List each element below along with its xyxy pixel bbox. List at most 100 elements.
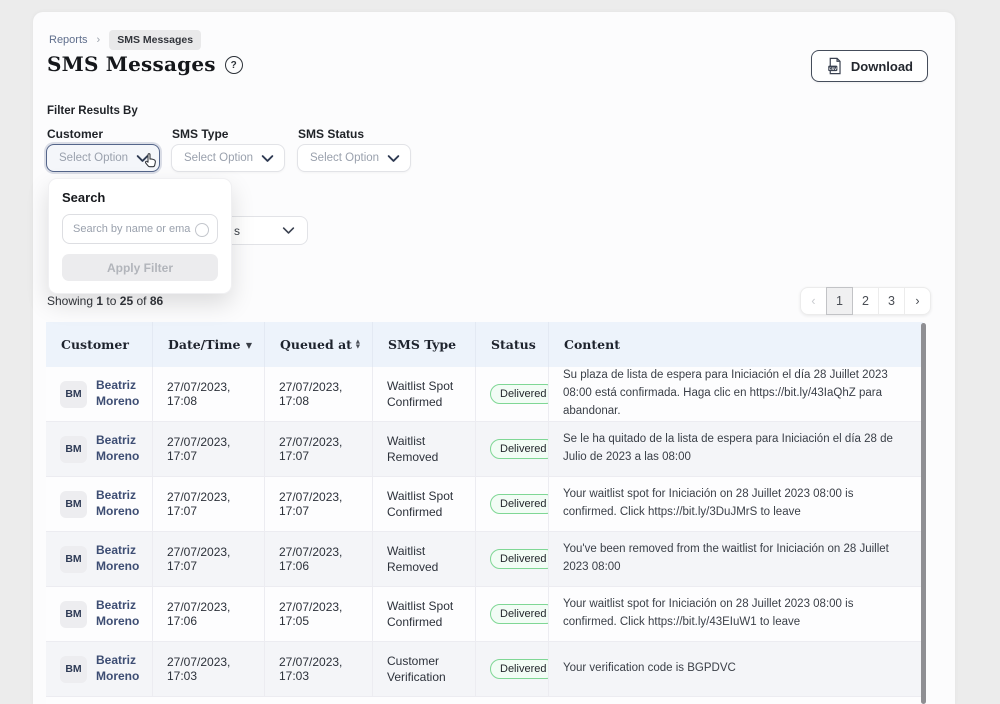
partial-select-text: s [234,224,240,238]
table-row: BMBeatriz Moreno27/07/2023, 17:0727/07/2… [46,477,923,532]
content-cell: Your waitlist spot for Iniciación on 28 … [549,477,923,531]
queued-at-cell: 27/07/2023, 17:07 [265,477,373,531]
customer-name-link[interactable]: Beatriz Moreno [96,488,142,519]
breadcrumb-item-reports[interactable]: Reports [49,34,88,46]
sms-status-select-value: Select Option [310,152,379,164]
pagination-prev-button[interactable]: ‹ [800,287,827,315]
table-row: BMBeatriz Moreno27/07/2023, 17:0727/07/2… [46,422,923,477]
chevron-down-icon [261,154,274,163]
results-summary: Showing 1 to 25 of 86 [47,294,163,308]
customer-cell: BM Beatriz Moreno [46,642,153,696]
avatar: BM [60,656,87,683]
customer-cell: BM Beatriz Moreno [46,477,153,531]
status-cell: Delivered [476,587,549,641]
content-cell: You've been removed from the waitlist fo… [549,532,923,586]
column-header-date-time[interactable]: Date/Time ▼ [153,322,265,367]
status-badge: Delivered [490,384,549,404]
content-cell: Your verification code is BGPDVC [549,642,923,696]
column-header-content[interactable]: Content [549,322,923,367]
summary-of-word: of [136,294,146,308]
page-background: Reports › SMS Messages SMS Messages ? CS… [0,0,1000,704]
column-header-status[interactable]: Status [476,322,549,367]
queued-at-cell: 27/07/2023, 17:08 [265,367,373,421]
summary-total: 86 [150,294,163,308]
customer-name-link[interactable]: Beatriz Moreno [96,543,142,574]
customer-name-link[interactable]: Beatriz Moreno [96,653,142,684]
customer-name-link[interactable]: Beatriz Moreno [96,378,142,409]
content-card: Reports › SMS Messages SMS Messages ? CS… [33,12,955,704]
pagination-page-2[interactable]: 2 [852,287,879,315]
avatar: BM [60,491,87,518]
download-button[interactable]: CSV Download [811,50,928,82]
content-cell: Su plaza de lista de espera para Iniciac… [549,367,923,421]
summary-to-word: to [106,294,116,308]
apply-filter-button[interactable]: Apply Filter [62,254,218,281]
sms-type-cell: Customer Verification [373,642,476,696]
table-header-row: Customer Date/Time ▼ Queued at▲▼SMS Type Sta… [46,322,923,367]
queued-at-cell: 27/07/2023, 17:03 [265,642,373,696]
table-row-partial [46,697,923,704]
filter-section-label: Filter Results By [47,105,138,117]
queued-at-cell: 27/07/2023, 17:07 [265,422,373,476]
status-cell: Delivered [476,422,549,476]
datetime-cell: 27/07/2023, 17:07 [153,532,265,586]
datetime-cell: 27/07/2023, 17:06 [153,587,265,641]
breadcrumb-item-sms-messages[interactable]: SMS Messages [109,30,201,50]
sms-type-select[interactable]: Select Option [171,144,285,172]
filter-label-sms-status: SMS Status [298,127,364,141]
table-row: BMBeatriz Moreno27/07/2023, 17:0827/07/2… [46,367,923,422]
sort-both-icon[interactable]: ▲▼ [356,340,360,350]
customer-cell: BM Beatriz Moreno [46,532,153,586]
customer-cell: BM Beatriz Moreno [46,587,153,641]
status-badge: Delivered [490,604,549,624]
summary-prefix: Showing [47,294,93,308]
customer-cell: BMBeatriz Moreno [46,367,153,421]
sort-descending-icon[interactable]: ▼ [246,341,252,349]
summary-from: 1 [96,294,103,308]
breadcrumb-chevron-icon: › [97,34,101,46]
avatar: BM [60,601,87,628]
filter-label-customer: Customer [47,127,103,141]
pagination-page-3[interactable]: 3 [878,287,905,315]
column-label: Status [491,337,536,352]
avatar: BM [60,436,87,463]
customer-select[interactable]: Select Option [46,144,160,172]
status-badge: Delivered [490,439,549,459]
popover-title: Search [62,190,218,205]
breadcrumb: Reports › SMS Messages [49,30,201,50]
avatar: BM [60,546,87,573]
download-label: Download [851,59,913,74]
status-cell: Delivered [476,532,549,586]
status-cell: Delivered [476,642,549,696]
chevron-down-icon [136,154,149,163]
sms-status-select[interactable]: Select Option [297,144,411,172]
datetime-cell: 27/07/2023, 17:08 [153,367,265,421]
column-label: Content [564,337,620,352]
sms-type-select-value: Select Option [184,152,253,164]
column-label: Date/Time [168,337,240,352]
sms-type-cell: Waitlist Spot Confirmed [373,367,476,421]
help-icon[interactable]: ? [225,56,243,74]
customer-name-link[interactable]: Beatriz Moreno [96,433,142,464]
status-badge: Delivered [490,494,549,514]
customer-cell: BM Beatriz Moreno [46,422,153,476]
customer-search-popover: Search Apply Filter [48,178,232,294]
column-header-customer[interactable]: Customer [46,322,153,367]
chevron-down-icon [387,154,400,163]
pagination-next-button[interactable]: › [904,287,931,315]
customer-select-value: Select Option [59,152,128,164]
customer-name-link[interactable]: Beatriz Moreno [96,598,142,629]
sms-type-cell: Waitlist Removed [373,422,476,476]
vertical-scrollbar[interactable] [921,323,926,704]
summary-to: 25 [120,294,133,308]
column-header-queued-at[interactable]: Queued at▲▼ [265,322,373,367]
pagination-page-1[interactable]: 1 [826,287,853,315]
table-row: BMBeatriz Moreno27/07/2023, 17:0627/07/2… [46,587,923,642]
column-header-sms-type[interactable]: SMS Type [373,322,476,367]
page-title: SMS Messages [47,52,216,76]
search-spinner-icon [195,223,209,237]
sms-type-cell: Waitlist Spot Confirmed [373,477,476,531]
table-body: BMBeatriz Moreno27/07/2023, 17:0827/07/2… [46,367,923,697]
status-badge: Delivered [490,549,549,569]
content-cell: Se le ha quitado de la lista de espera p… [549,422,923,476]
